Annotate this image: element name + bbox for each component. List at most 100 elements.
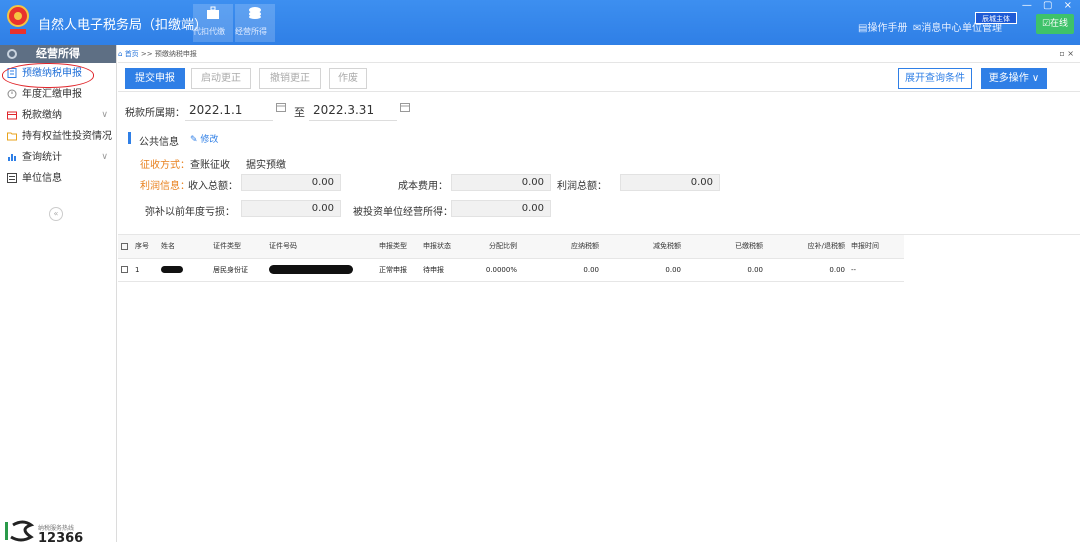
cell-tax-payable: 0.00 <box>520 258 602 282</box>
profit-info-label: 利润信息： <box>140 181 190 192</box>
breadcrumb-home[interactable]: 首页 <box>125 50 139 58</box>
cell-decl-type: 正常申报 <box>376 258 420 282</box>
edit-link-label: 修改 <box>200 135 219 145</box>
column-header: 已缴税额 <box>684 235 766 259</box>
title-bar: 自然人电子税务局（扣缴端） 代扣代缴 经营所得 — ▢ × ▤操作手册 ✉消息中… <box>0 0 1080 45</box>
home-icon[interactable]: ⌂ <box>118 50 122 58</box>
collection-method-label: 征收方式： <box>140 160 190 171</box>
period-end-input[interactable] <box>309 99 397 121</box>
collection-method-extra: 据实预缴 <box>246 160 286 171</box>
national-emblem-icon <box>7 5 29 34</box>
loss-field: 0.00 <box>241 200 341 217</box>
submit-declaration-button[interactable]: 提交申报 <box>125 68 185 89</box>
toolbar: 提交申报 启动更正 撤销更正 作废 展开查询条件 更多操作 ∨ <box>118 62 1080 92</box>
cell-tax-due: 0.00 <box>766 258 848 282</box>
invested-income-field: 0.00 <box>451 200 551 217</box>
nav-withholding-label: 代扣代缴 <box>193 27 225 36</box>
online-status: ☑在线 <box>1036 14 1074 34</box>
check-icon: ☑ <box>1041 19 1051 29</box>
folder-icon <box>7 132 17 141</box>
app-title: 自然人电子税务局（扣缴端） <box>38 18 208 33</box>
column-header: 分配比例 <box>472 235 520 259</box>
cell-id-number-redacted <box>266 258 376 282</box>
period-to-label: 至 <box>294 106 305 119</box>
cell-id-type: 居民身份证 <box>210 258 266 282</box>
window-controls[interactable]: — ▢ × <box>1022 0 1076 11</box>
cost-label: 成本费用： <box>398 181 448 192</box>
breadcrumb-current: 预缴纳税申报 <box>154 50 197 58</box>
cell-seq: 1 <box>132 258 158 282</box>
sidebar-item-label: 预缴纳税申报 <box>22 68 82 79</box>
cell-decl-status: 待申报 <box>420 258 472 282</box>
calendar-icon[interactable] <box>276 102 286 112</box>
start-correction-button[interactable]: 启动更正 <box>191 68 251 89</box>
gear-icon <box>7 49 17 59</box>
collection-method-value: 查账征收 <box>190 160 230 171</box>
sidebar-item-tax-payment[interactable]: 税款缴纳 ∨ <box>0 105 116 126</box>
table-row[interactable]: 1 居民身份证 正常申报 待申报 0.0000% 0.00 0.00 0.00 … <box>118 258 904 282</box>
cell-tax-paid: 0.00 <box>684 258 766 282</box>
nav-business-income[interactable]: 经营所得 <box>235 4 275 42</box>
calendar-icon[interactable] <box>400 102 410 112</box>
section-marker <box>128 132 131 144</box>
column-header: 序号 <box>132 235 158 259</box>
sidebar-item-query-stats[interactable]: 查询统计 ∨ <box>0 147 116 168</box>
cancel-correction-button[interactable]: 撤销更正 <box>259 68 321 89</box>
chevron-down-icon: ∨ <box>1031 73 1040 84</box>
message-center-link[interactable]: ✉消息中心 <box>913 19 961 34</box>
profit-total-field: 0.00 <box>620 174 720 191</box>
expand-query-button[interactable]: 展开查询条件 <box>898 68 972 89</box>
cell-ratio: 0.0000% <box>472 258 520 282</box>
column-header: 申报时间 <box>848 235 904 259</box>
sidebar-item-annual-settlement[interactable]: 年度汇缴申报 <box>0 84 116 105</box>
column-header: 申报状态 <box>420 235 472 259</box>
chart-icon <box>8 154 16 161</box>
declaration-table: 序号 姓名 证件类型 证件号码 申报类型 申报状态 分配比例 应纳税额 减免税额… <box>118 235 904 282</box>
sidebar-item-label: 年度汇缴申报 <box>22 89 82 100</box>
hotline-number: 12366 <box>38 531 84 542</box>
cell-name-redacted <box>158 258 210 282</box>
manual-link-label: 操作手册 <box>867 23 908 34</box>
sidebar-item-label: 持有权益性投资情况 <box>22 131 112 142</box>
sidebar-item-label: 单位信息 <box>22 173 62 184</box>
clock-icon <box>7 89 17 99</box>
sidebar-item-label: 税款缴纳 <box>22 110 62 121</box>
column-header: 应补/退税额 <box>766 235 848 259</box>
collapse-sidebar-button[interactable]: « <box>49 207 63 221</box>
sidebar: 经营所得 预缴纳税申报 年度汇缴申报 税款缴纳 ∨ 持有权益性投资情况 查询统计… <box>0 45 117 542</box>
row-checkbox[interactable] <box>118 258 132 282</box>
chevron-down-icon: ∨ <box>101 152 108 162</box>
column-header: 证件类型 <box>210 235 266 259</box>
cell-decl-time: -- <box>848 258 904 282</box>
loss-label: 弥补以前年度亏损： <box>145 207 235 218</box>
pencil-icon: ✎ <box>190 135 198 145</box>
void-button[interactable]: 作废 <box>329 68 367 89</box>
list-icon <box>7 173 17 183</box>
close-tab-icons[interactable]: ▫ × <box>1059 49 1074 58</box>
column-header: 证件号码 <box>266 235 376 259</box>
period-start-input[interactable] <box>185 99 273 121</box>
column-header: 姓名 <box>158 235 210 259</box>
sidebar-item-unit-info[interactable]: 单位信息 <box>0 168 116 189</box>
select-all-checkbox[interactable] <box>118 235 132 259</box>
public-info-title: 公共信息 <box>139 137 179 148</box>
manual-link[interactable]: ▤操作手册 <box>858 19 907 34</box>
edit-public-info-link[interactable]: ✎ 修改 <box>190 132 218 145</box>
period-label: 税款所属期： <box>125 108 185 119</box>
more-operations-button[interactable]: 更多操作 ∨ <box>981 68 1047 89</box>
profit-total-label: 利润总额： <box>557 181 607 192</box>
chevron-down-icon: ∨ <box>101 110 108 120</box>
briefcase-icon <box>207 6 219 19</box>
doc-icon <box>7 68 17 78</box>
online-status-label: 在线 <box>1050 19 1069 29</box>
table-header-row: 序号 姓名 证件类型 证件号码 申报类型 申报状态 分配比例 应纳税额 减免税额… <box>118 235 904 259</box>
nav-withholding[interactable]: 代扣代缴 <box>193 4 233 42</box>
coins-icon <box>249 7 261 19</box>
sidebar-item-prepay-declaration[interactable]: 预缴纳税申报 <box>0 63 116 84</box>
column-header: 减免税额 <box>602 235 684 259</box>
column-header: 应纳税额 <box>520 235 602 259</box>
more-operations-label: 更多操作 <box>988 73 1029 84</box>
sidebar-item-equity-investment[interactable]: 持有权益性投资情况 <box>0 126 116 147</box>
cost-field: 0.00 <box>451 174 551 191</box>
sidebar-item-label: 查询统计 <box>22 152 62 163</box>
